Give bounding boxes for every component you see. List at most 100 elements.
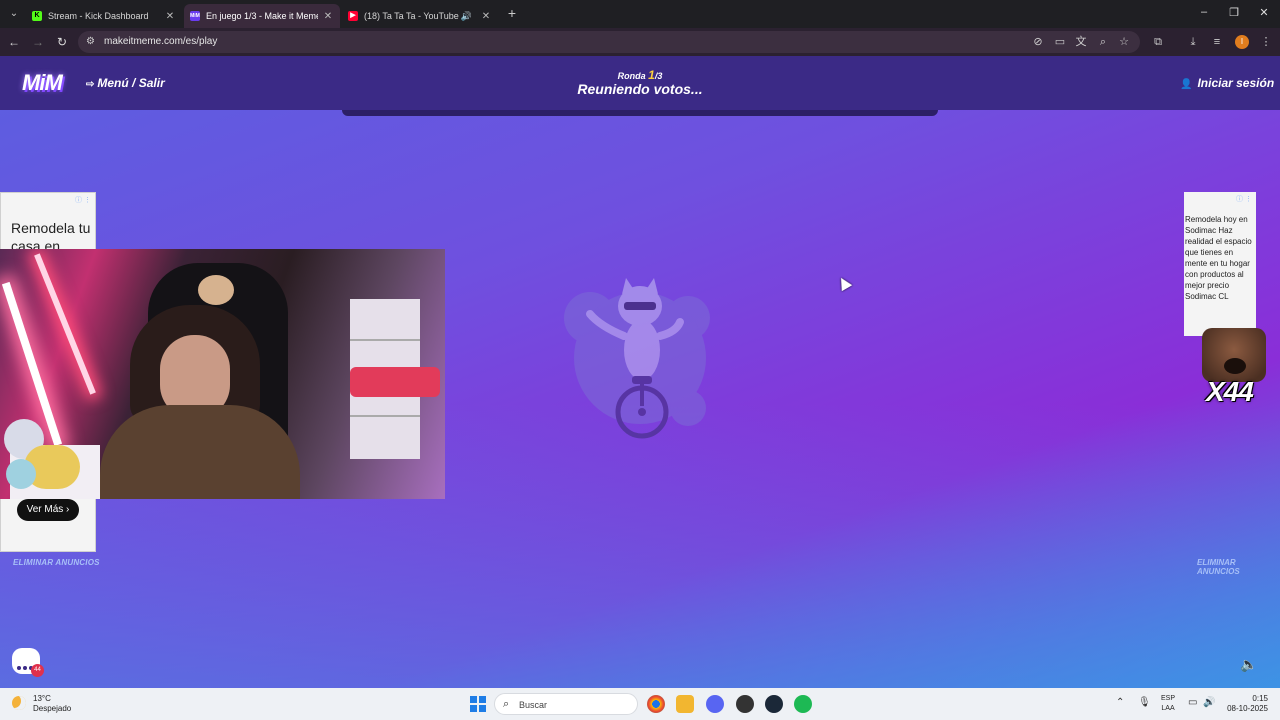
windows-taskbar: 13°C Despejado ⌕ Buscar ⌃ 🎙 ESP LAA ▭ 🔊 … bbox=[0, 688, 1280, 720]
spotify-icon[interactable] bbox=[794, 695, 812, 713]
kebab-menu-icon[interactable]: ⋮ bbox=[1259, 35, 1273, 49]
emote-multiplier: X44 bbox=[1206, 376, 1254, 407]
system-clock[interactable]: 0:15 08-10-2025 bbox=[1226, 694, 1268, 714]
plush-toys bbox=[4, 405, 100, 495]
round-indicator: Ronda 1/3 bbox=[560, 68, 720, 82]
taskbar-search[interactable]: ⌕ Buscar bbox=[494, 693, 638, 715]
chat-button[interactable]: 44 bbox=[12, 648, 44, 677]
background-object bbox=[350, 367, 440, 397]
lang-line2: LAA bbox=[1161, 705, 1175, 712]
steam-icon[interactable] bbox=[765, 695, 783, 713]
language-indicator[interactable]: ESP LAA bbox=[1161, 694, 1175, 714]
ad-cta-label: Ver Más bbox=[26, 504, 64, 515]
tab-title: Stream - Kick Dashboard bbox=[48, 11, 149, 21]
menu-exit-link[interactable]: ⇨ Menú / Salir bbox=[86, 76, 165, 90]
volume-icon[interactable]: 🔊 bbox=[1203, 697, 1215, 708]
tab-search-chevron-icon[interactable]: ⌄ bbox=[6, 6, 22, 22]
cast-icon[interactable]: ▭ bbox=[1053, 35, 1067, 49]
obs-icon[interactable] bbox=[736, 695, 754, 713]
profile-avatar-icon[interactable]: I bbox=[1235, 35, 1249, 49]
mim-logo[interactable]: MiM bbox=[22, 70, 63, 96]
tab-make-it-meme[interactable]: MiM En juego 1/3 - Make it Meme ✕ bbox=[184, 4, 340, 28]
round-total: /3 bbox=[654, 71, 663, 81]
close-tab-icon[interactable]: ✕ bbox=[322, 11, 334, 22]
clock-time: 0:15 bbox=[1252, 694, 1268, 703]
mim-favicon-icon: MiM bbox=[190, 11, 200, 21]
extensions-puzzle-icon[interactable]: ⧉ bbox=[1151, 35, 1165, 49]
windows-start-icon[interactable] bbox=[470, 696, 486, 712]
address-bar[interactable]: ⚙ makeitmeme.com/es/play bbox=[78, 31, 1140, 53]
ad-cta-button[interactable]: Ver Más › bbox=[17, 499, 79, 521]
weather-condition: Despejado bbox=[33, 704, 72, 713]
round-label: Ronda bbox=[617, 71, 646, 81]
game-status-text: Reuniendo votos... bbox=[577, 81, 703, 97]
tracking-blocked-icon[interactable]: ⊘ bbox=[1031, 35, 1045, 49]
media-queue-icon[interactable]: ≡ bbox=[1210, 35, 1224, 49]
close-tab-icon[interactable]: ✕ bbox=[480, 11, 492, 22]
site-header: MiM ⇨ Menú / Salir Ronda 1/3 Reuniendo vo… bbox=[0, 56, 1280, 116]
ad-headline: Remodela tu casa en bbox=[11, 220, 91, 249]
ad-choices-icon[interactable]: ⓘ ⋮ bbox=[75, 195, 91, 205]
speaker-mute-icon[interactable]: 🔈 bbox=[1240, 656, 1257, 673]
streamer-webcam-overlay bbox=[0, 249, 445, 499]
streamer-body bbox=[100, 405, 300, 499]
neon-light bbox=[34, 253, 96, 395]
minimize-icon[interactable]: – bbox=[1195, 6, 1213, 18]
login-label: Iniciar sesión bbox=[1197, 76, 1275, 90]
tab-youtube[interactable]: ▶ (18) Ta Ta Ta - YouTube 🔊 ✕ bbox=[342, 4, 498, 28]
reload-icon[interactable]: ↻ bbox=[54, 34, 70, 50]
reaction-emote: X44 bbox=[1202, 328, 1266, 412]
translate-icon[interactable]: 文 bbox=[1074, 35, 1088, 49]
round-current: 1 bbox=[648, 68, 655, 82]
ad-text: Remodela hoy en Sodimac Haz realidad el … bbox=[1185, 215, 1252, 301]
remove-ads-link-right[interactable]: ELIMINAR ANUNCIOS bbox=[1197, 558, 1280, 576]
speaker-icon[interactable]: 🔊 bbox=[461, 11, 472, 22]
download-icon[interactable]: ⤓ bbox=[1186, 35, 1200, 49]
ad-choices-icon[interactable]: ⓘ ⋮ bbox=[1236, 194, 1252, 204]
temperature: 13°C bbox=[33, 694, 51, 703]
weather-widget[interactable]: 13°C Despejado bbox=[33, 694, 71, 714]
ad-banner-right[interactable]: ⓘ ⋮ Remodela hoy en Sodimac Haz realidad… bbox=[1184, 192, 1256, 336]
chair-emblem-icon bbox=[198, 275, 234, 305]
restore-icon[interactable]: ❐ bbox=[1225, 6, 1243, 19]
network-icon[interactable]: ▭ bbox=[1188, 697, 1197, 708]
site-info-icon[interactable]: ⚙ bbox=[86, 36, 95, 47]
tab-title: (18) Ta Ta Ta - YouTube bbox=[364, 11, 459, 21]
back-arrow-icon[interactable]: ← bbox=[6, 34, 22, 50]
zoom-icon[interactable]: ⌕ bbox=[1096, 35, 1110, 49]
chat-badge: 44 bbox=[31, 664, 44, 677]
login-link[interactable]: 👤 Iniciar sesión bbox=[1180, 76, 1274, 90]
remove-ads-link-left[interactable]: ELIMINAR ANUNCIOS bbox=[13, 558, 100, 567]
browser-toolbar: ← → ↻ ⚙ makeitmeme.com/es/play ⊘ ▭ 文 ⌕ ☆… bbox=[0, 28, 1280, 56]
tab-title: En juego 1/3 - Make it Meme bbox=[206, 11, 318, 21]
tab-kick-dashboard[interactable]: K Stream - Kick Dashboard ✕ bbox=[26, 4, 182, 28]
lang-line1: ESP bbox=[1161, 695, 1176, 702]
loading-cat-unicycle-icon bbox=[564, 278, 710, 439]
exit-door-icon: ⇨ bbox=[86, 79, 95, 90]
browser-tab-strip: ⌄ K Stream - Kick Dashboard ✕ MiM En jue… bbox=[0, 0, 1280, 28]
chat-dots-icon bbox=[17, 657, 35, 670]
search-icon: ⌕ bbox=[503, 698, 510, 710]
microphone-icon[interactable]: 🎙 bbox=[1138, 697, 1151, 708]
menu-exit-label: Menú / Salir bbox=[97, 76, 165, 90]
search-placeholder: Buscar bbox=[519, 700, 548, 710]
close-tab-icon[interactable]: ✕ bbox=[164, 11, 176, 22]
file-explorer-icon[interactable] bbox=[676, 695, 694, 713]
plush-blue bbox=[6, 459, 36, 489]
user-icon: 👤 bbox=[1180, 79, 1193, 90]
tray-chevron-icon[interactable]: ⌃ bbox=[1116, 697, 1124, 708]
new-tab-button[interactable]: + bbox=[505, 6, 519, 20]
discord-icon[interactable] bbox=[706, 695, 724, 713]
url-text: makeitmeme.com/es/play bbox=[104, 36, 218, 47]
youtube-favicon-icon: ▶ bbox=[348, 11, 358, 21]
close-window-icon[interactable]: ✕ bbox=[1255, 6, 1273, 19]
bookmark-star-icon[interactable]: ☆ bbox=[1117, 35, 1131, 49]
streamer bbox=[100, 305, 300, 499]
clock-date: 08-10-2025 bbox=[1227, 704, 1268, 713]
chrome-icon[interactable] bbox=[647, 695, 665, 713]
game-page: MiM ⇨ Menú / Salir Ronda 1/3 Reuniendo vo… bbox=[0, 56, 1280, 688]
meme-face-mouth bbox=[1224, 358, 1246, 374]
forward-arrow-icon[interactable]: → bbox=[30, 34, 46, 50]
kick-favicon-icon: K bbox=[32, 11, 42, 21]
moon-weather-icon[interactable] bbox=[12, 696, 26, 710]
